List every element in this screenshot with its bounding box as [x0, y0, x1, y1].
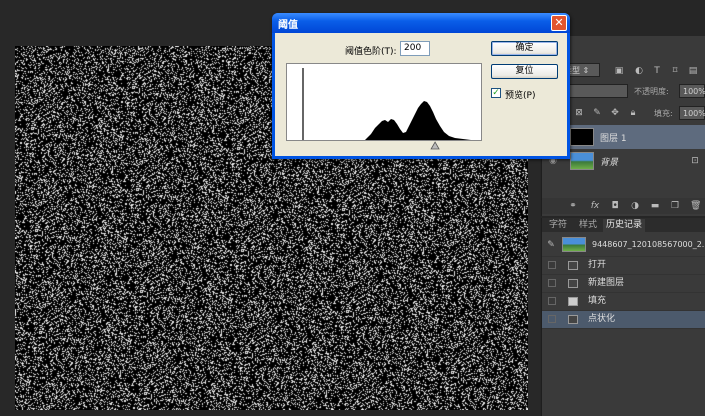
history-item[interactable]: 填充	[542, 293, 705, 311]
threshold-dialog: 阈值 ✕ 阈值色阶(T): 200 确定 复位 ✓ 预览(P)	[272, 13, 570, 159]
slider-thumb-icon[interactable]	[430, 141, 440, 150]
fx-icon[interactable]: fx	[590, 201, 600, 211]
history-source-checkbox[interactable]	[548, 315, 556, 323]
add-mask-icon[interactable]: ◘	[610, 201, 620, 211]
layers-bottom-bar: ⚭ fx ◘ ◑ ▬ ❐ 🗑︎	[542, 198, 705, 214]
blend-mode-select[interactable]: ⇕	[560, 84, 628, 98]
dialog-titlebar[interactable]: 阈值 ✕	[272, 13, 570, 33]
tab-character[interactable]: 字符	[546, 219, 570, 232]
new-group-icon[interactable]: ▬	[650, 201, 660, 211]
tab-history[interactable]: 历史记录	[603, 219, 646, 232]
type-filter-icon[interactable]: T	[652, 66, 662, 76]
history-item-selected[interactable]: 点状化	[542, 311, 705, 329]
lock-all-icon[interactable]: 🔒︎	[628, 108, 638, 118]
document-icon	[568, 315, 578, 324]
history-source-checkbox[interactable]	[548, 297, 556, 305]
history-panel: 字符 样式 历史记录 ✎ 9448607_120108567000_2... 打…	[541, 218, 705, 416]
history-item-label: 打开	[588, 260, 607, 270]
snapshot-thumbnail	[562, 237, 586, 252]
histogram-shape	[365, 101, 471, 140]
history-source-checkbox[interactable]	[548, 279, 556, 287]
history-item[interactable]: 打开	[542, 257, 705, 275]
link-layers-icon[interactable]: ⚭	[568, 201, 578, 211]
lock-position-icon[interactable]: ✥	[610, 108, 620, 118]
history-snapshot[interactable]: ✎ 9448607_120108567000_2...	[542, 234, 705, 257]
preview-checkbox[interactable]: ✓	[491, 88, 501, 98]
tab-styles[interactable]: 样式	[576, 219, 600, 232]
layer-thumbnail	[570, 128, 594, 146]
shape-filter-icon[interactable]: ⌑	[670, 66, 680, 76]
history-item[interactable]: 新建图层	[542, 275, 705, 293]
trash-icon[interactable]: 🗑︎	[690, 201, 701, 211]
histogram	[286, 63, 482, 141]
snapshot-name: 9448607_120108567000_2...	[592, 240, 705, 249]
history-item-label: 新建图层	[588, 278, 625, 288]
fill-input[interactable]: 100%	[679, 106, 705, 120]
layer-thumbnail	[570, 152, 594, 170]
fill-label: 填充:	[654, 109, 673, 118]
history-brush-icon: ✎	[547, 240, 555, 250]
dialog-body: 阈值色阶(T): 200 确定 复位 ✓ 预览(P)	[275, 33, 567, 156]
opacity-input[interactable]: 100%	[679, 84, 705, 98]
layer-name: 图层 1	[600, 134, 627, 144]
lock-image-icon[interactable]: ✎	[592, 108, 602, 118]
image-filter-icon[interactable]: ▣	[614, 66, 624, 76]
adjustment-layer-icon[interactable]: ◑	[630, 201, 640, 211]
reset-button[interactable]: 复位	[491, 64, 558, 79]
lock-transparent-icon[interactable]: ⊠	[574, 108, 584, 118]
new-layer-icon[interactable]: ❐	[670, 201, 680, 211]
lock-icon: ⊡	[691, 156, 699, 166]
threshold-level-label: 阈值色阶(T):	[345, 47, 397, 57]
layer-name: 背景	[600, 158, 619, 168]
ok-button[interactable]: 确定	[491, 41, 558, 56]
opacity-label: 不透明度:	[634, 87, 669, 96]
history-item-label: 填充	[588, 296, 607, 306]
smart-object-filter-icon[interactable]: ▤	[688, 66, 698, 76]
document-icon	[568, 279, 578, 288]
document-icon	[568, 261, 578, 270]
preview-label: 预览(P)	[505, 91, 536, 101]
threshold-slider[interactable]	[286, 140, 480, 150]
history-source-checkbox[interactable]	[548, 261, 556, 269]
history-item-label: 点状化	[588, 314, 616, 324]
panel-tabs: 字符 样式 历史记录	[542, 218, 705, 232]
adjustment-filter-icon[interactable]: ◐	[634, 66, 644, 76]
fill-doc-icon	[568, 297, 578, 306]
threshold-level-input[interactable]: 200	[400, 41, 430, 56]
dialog-title: 阈值	[278, 20, 298, 31]
close-icon[interactable]: ✕	[551, 15, 567, 31]
